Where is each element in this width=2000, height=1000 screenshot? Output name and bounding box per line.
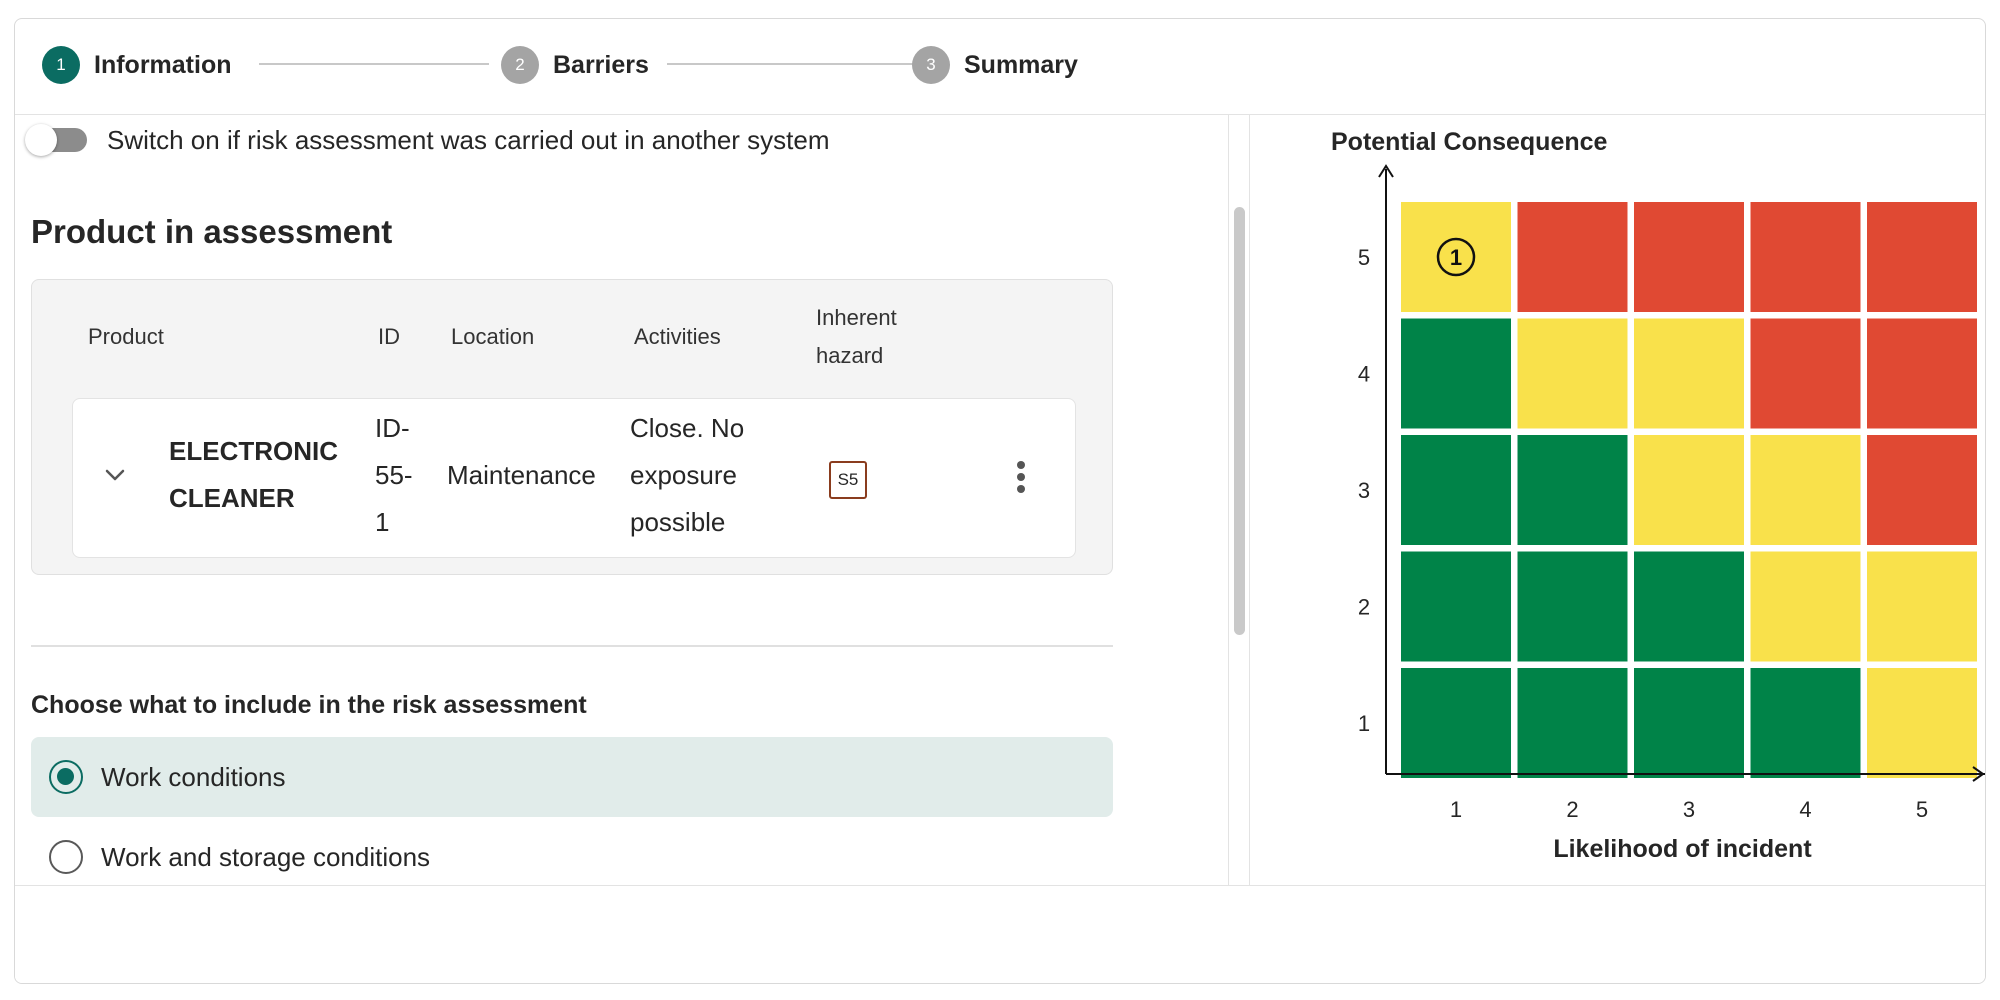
risk-cell-5-3[interactable] <box>1634 202 1744 312</box>
activities-line3: possible <box>630 507 726 537</box>
x-tick-label: 1 <box>1450 797 1462 822</box>
risk-cell-3-2[interactable] <box>1517 435 1628 545</box>
risk-cell-2-2[interactable] <box>1517 551 1628 662</box>
step-connector <box>259 63 489 65</box>
more-options-icon[interactable] <box>1013 461 1029 499</box>
external-system-toggle-row: Switch on if risk assessment was carried… <box>25 124 830 156</box>
product-section-title: Product in assessment <box>31 213 393 250</box>
product-name-line1: ELECTRONIC <box>169 436 338 466</box>
column-header-location: Location <box>451 324 535 349</box>
radio-work-and-storage-conditions[interactable] <box>49 840 83 874</box>
column-header-product: Product <box>88 324 164 349</box>
option-work-conditions[interactable]: Work conditions <box>31 737 1113 817</box>
footer-bar <box>15 885 1985 983</box>
risk-matrix-x-title: Likelihood of incident <box>1553 835 1812 863</box>
activities-line1: Close. No <box>630 413 745 443</box>
product-table: Product ID Location Activities Inherent … <box>31 279 1113 575</box>
column-header-inherent-line1: Inherent <box>816 305 897 330</box>
activities-cell: Close. No exposure possible <box>630 405 744 546</box>
risk-cell-2-4[interactable] <box>1750 551 1861 662</box>
risk-matrix-chart: 1 2 3 4 5 5 4 3 2 1 1 <box>1358 164 1985 822</box>
step-label-barriers: Barriers <box>553 50 649 79</box>
activities-line2: exposure <box>630 460 737 490</box>
risk-cell-3-3[interactable] <box>1634 435 1744 545</box>
option-label-work-and-storage-conditions: Work and storage conditions <box>101 841 431 872</box>
risk-cell-1-1[interactable] <box>1401 668 1511 778</box>
risk-cell-1-5[interactable] <box>1867 668 1977 778</box>
risk-matrix-pane: Potential Consequence 1234554321 1 Likel… <box>1250 115 1985 885</box>
form-scrollbar[interactable] <box>1228 115 1250 885</box>
option-work-and-storage-conditions[interactable]: Work and storage conditions <box>31 817 1113 885</box>
x-tick-label: 5 <box>1916 797 1928 822</box>
table-row: ELECTRONIC CLEANER ID- 55- 1 Maintenance… <box>72 398 1076 558</box>
step-number-1: 1 <box>42 46 80 84</box>
risk-cell-1-4[interactable] <box>1750 668 1861 778</box>
column-header-activities: Activities <box>634 324 721 349</box>
risk-cell-3-4[interactable] <box>1750 435 1861 545</box>
risk-cell-2-1[interactable] <box>1401 551 1511 662</box>
step-connector <box>667 63 913 65</box>
product-name-cell: ELECTRONIC CLEANER <box>169 428 338 522</box>
column-header-id: ID <box>378 324 400 349</box>
column-header-inherent-hazard: Inherent hazard <box>816 299 897 375</box>
risk-assessment-card: 1 Information 2 Barriers 3 Summary Switc… <box>14 18 1986 984</box>
x-tick-label: 4 <box>1799 797 1811 822</box>
step-label-information: Information <box>94 50 232 79</box>
product-id-line3: 1 <box>375 507 390 537</box>
risk-cell-5-5[interactable] <box>1867 202 1977 312</box>
y-tick-label: 3 <box>1358 478 1370 503</box>
radio-work-conditions[interactable] <box>49 760 83 794</box>
x-tick-label: 3 <box>1683 797 1695 822</box>
scrollbar-thumb[interactable] <box>1234 207 1245 635</box>
y-tick-label: 5 <box>1358 245 1370 270</box>
product-id-cell: ID- 55- 1 <box>375 405 413 546</box>
risk-cell-4-2[interactable] <box>1517 318 1628 429</box>
step-summary[interactable]: 3 Summary <box>912 45 1078 85</box>
include-section-title: Choose what to include in the risk asses… <box>31 691 587 719</box>
step-number-2: 2 <box>501 46 539 84</box>
step-barriers[interactable]: 2 Barriers <box>501 45 649 85</box>
risk-cell-4-1[interactable] <box>1401 318 1511 429</box>
risk-cell-4-3[interactable] <box>1634 318 1744 429</box>
y-tick-label: 4 <box>1358 362 1370 387</box>
x-tick-label: 2 <box>1566 797 1578 822</box>
option-label-work-conditions: Work conditions <box>101 761 286 792</box>
risk-cell-4-5[interactable] <box>1867 318 1977 429</box>
risk-cell-5-2[interactable] <box>1517 202 1628 312</box>
y-tick-label: 1 <box>1358 711 1370 736</box>
section-divider <box>31 645 1113 647</box>
risk-cell-3-1[interactable] <box>1401 435 1511 545</box>
risk-cell-3-5[interactable] <box>1867 435 1977 545</box>
step-information[interactable]: 1 Information <box>42 45 232 85</box>
risk-cell-2-3[interactable] <box>1634 551 1744 662</box>
location-cell: Maintenance <box>447 460 596 490</box>
stepper: 1 Information 2 Barriers 3 Summary <box>15 19 1985 115</box>
toggle-knob <box>25 124 57 156</box>
product-id-line1: ID- <box>375 413 410 443</box>
product-name-line2: CLEANER <box>169 483 295 513</box>
toggle-label: Switch on if risk assessment was carried… <box>107 124 830 155</box>
risk-cell-1-3[interactable] <box>1634 668 1744 778</box>
product-id-line2: 55- <box>375 460 413 490</box>
external-system-toggle[interactable] <box>25 124 87 156</box>
y-tick-label: 2 <box>1358 595 1370 620</box>
risk-cell-1-2[interactable] <box>1517 668 1628 778</box>
hazard-badge: S5 <box>829 461 867 499</box>
column-header-inherent-line2: hazard <box>816 343 884 368</box>
risk-cell-5-4[interactable] <box>1750 202 1861 312</box>
risk-marker-label: 1 <box>1450 245 1462 270</box>
risk-cell-2-5[interactable] <box>1867 551 1977 662</box>
risk-cell-4-4[interactable] <box>1750 318 1861 429</box>
assessment-form-pane: Switch on if risk assessment was carried… <box>15 115 1228 885</box>
chevron-down-icon[interactable] <box>101 461 129 489</box>
step-label-summary: Summary <box>964 50 1078 79</box>
step-number-3: 3 <box>912 46 950 84</box>
